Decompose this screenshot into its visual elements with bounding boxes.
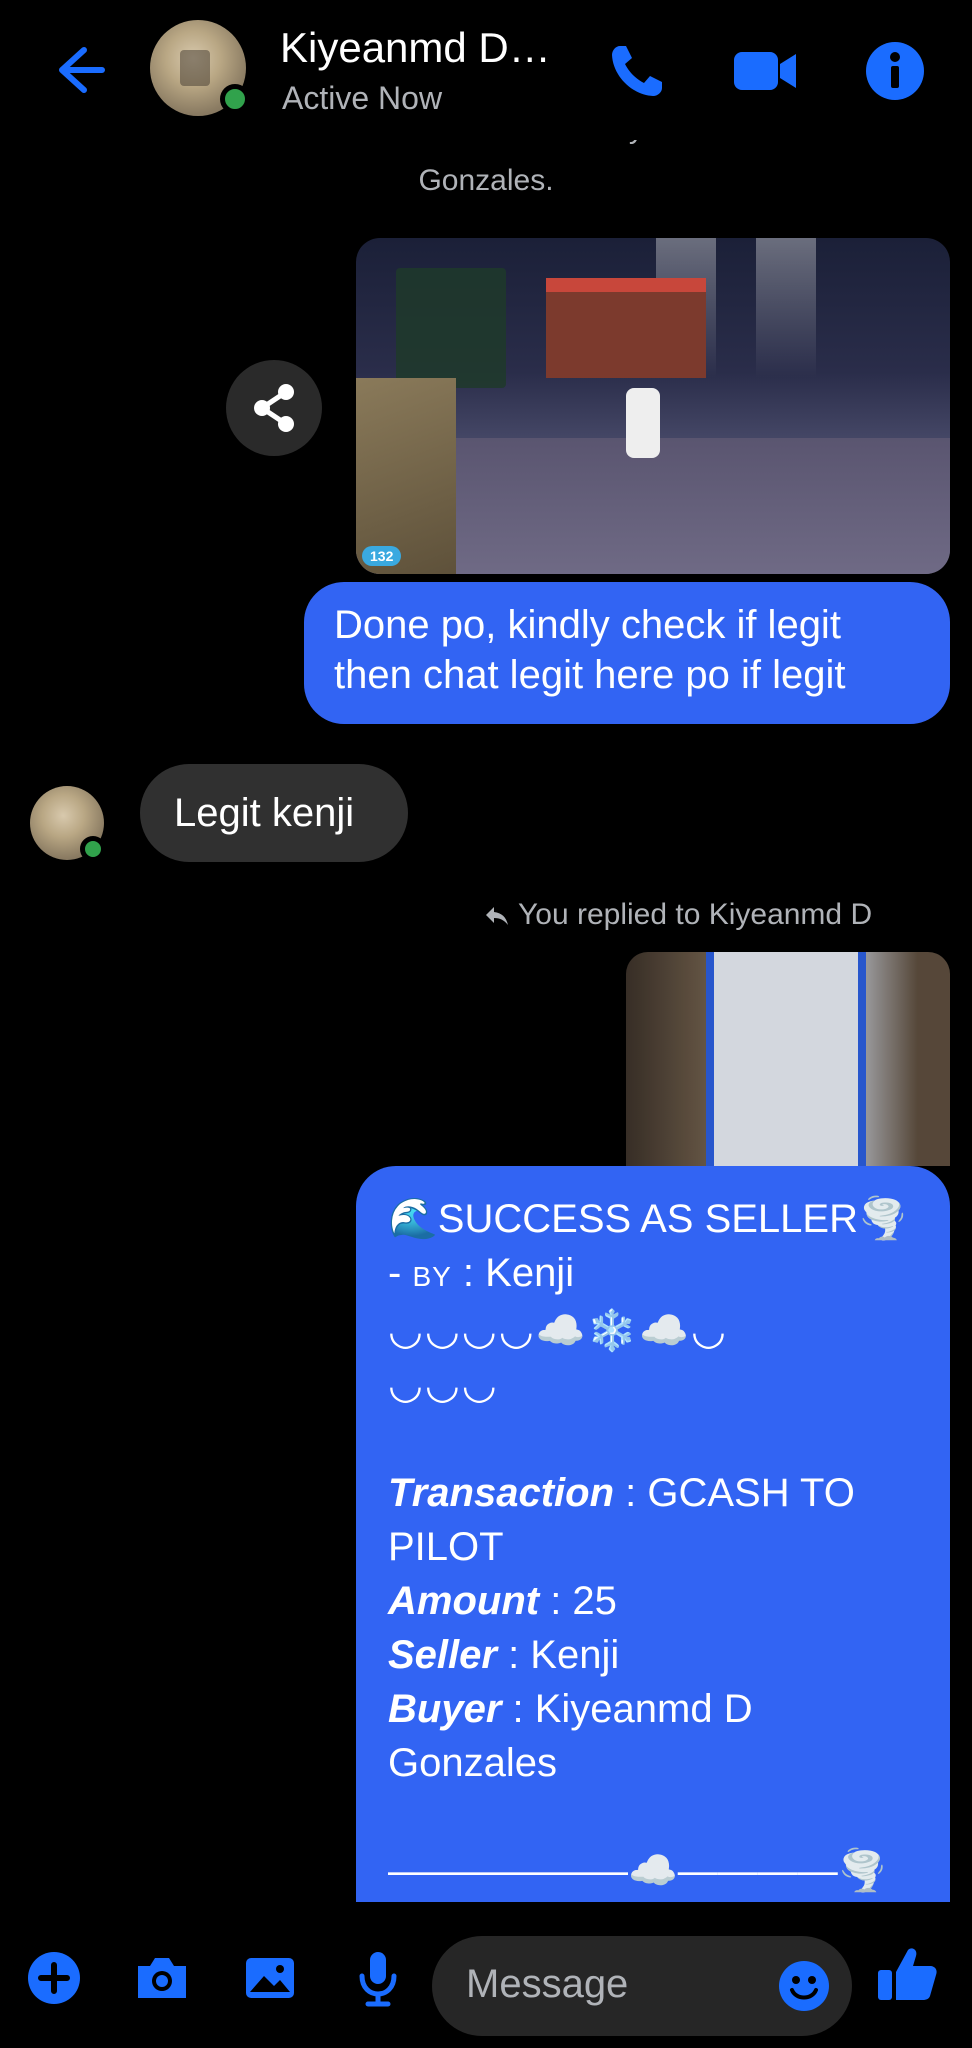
share-button[interactable] — [226, 360, 322, 456]
card-decoration: ◡◡◡◡☁️❄️☁️◡ — [388, 1309, 728, 1353]
sender-avatar[interactable] — [30, 786, 106, 862]
plus-icon[interactable] — [22, 1946, 86, 2010]
card-seller: Seller : Kenji — [388, 1633, 620, 1677]
message-composer: Message — [0, 1902, 972, 2048]
chat-header: Kiyeanmd D… Active Now — [0, 0, 972, 140]
card-amount: Amount : 25 — [388, 1579, 617, 1623]
card-decoration-2: ◡◡◡ — [388, 1363, 499, 1407]
system-message-nickname-cont: Gonzales. — [418, 164, 554, 197]
online-indicator — [220, 84, 250, 114]
reply-arrow-icon — [486, 907, 508, 926]
message-placeholder: Message — [466, 1962, 629, 2006]
shared-game-screenshot[interactable]: 132 — [356, 238, 950, 574]
online-indicator — [80, 836, 106, 862]
card-buyer: Buyer : Kiyeanmd D — [388, 1687, 753, 1731]
back-arrow-icon[interactable] — [44, 38, 108, 102]
thumbs-up-icon[interactable] — [872, 1940, 937, 2004]
contact-name[interactable]: Kiyeanmd D… — [280, 24, 551, 72]
phone-icon[interactable] — [600, 34, 674, 108]
info-icon[interactable] — [858, 34, 932, 108]
reply-indicator: You replied to Kiyeanmd D — [484, 898, 872, 932]
message-input[interactable]: Message — [432, 1936, 852, 2036]
game-coin-badge: 132 — [362, 546, 402, 566]
card-buyer-cont: Gonzales — [388, 1741, 557, 1785]
card-footer-line: ——————☁️————🌪️ — [388, 1849, 888, 1893]
microphone-icon[interactable] — [346, 1946, 410, 2010]
outgoing-message[interactable]: Done po, kindly check if legit then chat… — [304, 582, 950, 724]
camera-icon[interactable] — [130, 1946, 194, 2010]
contact-avatar[interactable] — [150, 20, 250, 120]
card-transaction-cont: PILOT — [388, 1525, 504, 1569]
emoji-icon[interactable] — [776, 1958, 832, 2014]
gallery-icon[interactable] — [238, 1946, 302, 2010]
incoming-message[interactable]: Legit kenji — [140, 764, 408, 862]
card-title: 🌊SUCCESS AS SELLER🌪️ — [388, 1197, 908, 1241]
replied-image-thumbnail[interactable] — [626, 952, 950, 1166]
success-card-message[interactable]: 🌊SUCCESS AS SELLER🌪️ - BY : Kenji ◡◡◡◡☁️… — [356, 1166, 950, 1902]
video-call-icon[interactable] — [728, 34, 802, 108]
card-transaction: Transaction : GCASH TO — [388, 1471, 855, 1515]
card-by: - BY : Kenji — [388, 1251, 575, 1295]
active-status: Active Now — [282, 80, 443, 116]
